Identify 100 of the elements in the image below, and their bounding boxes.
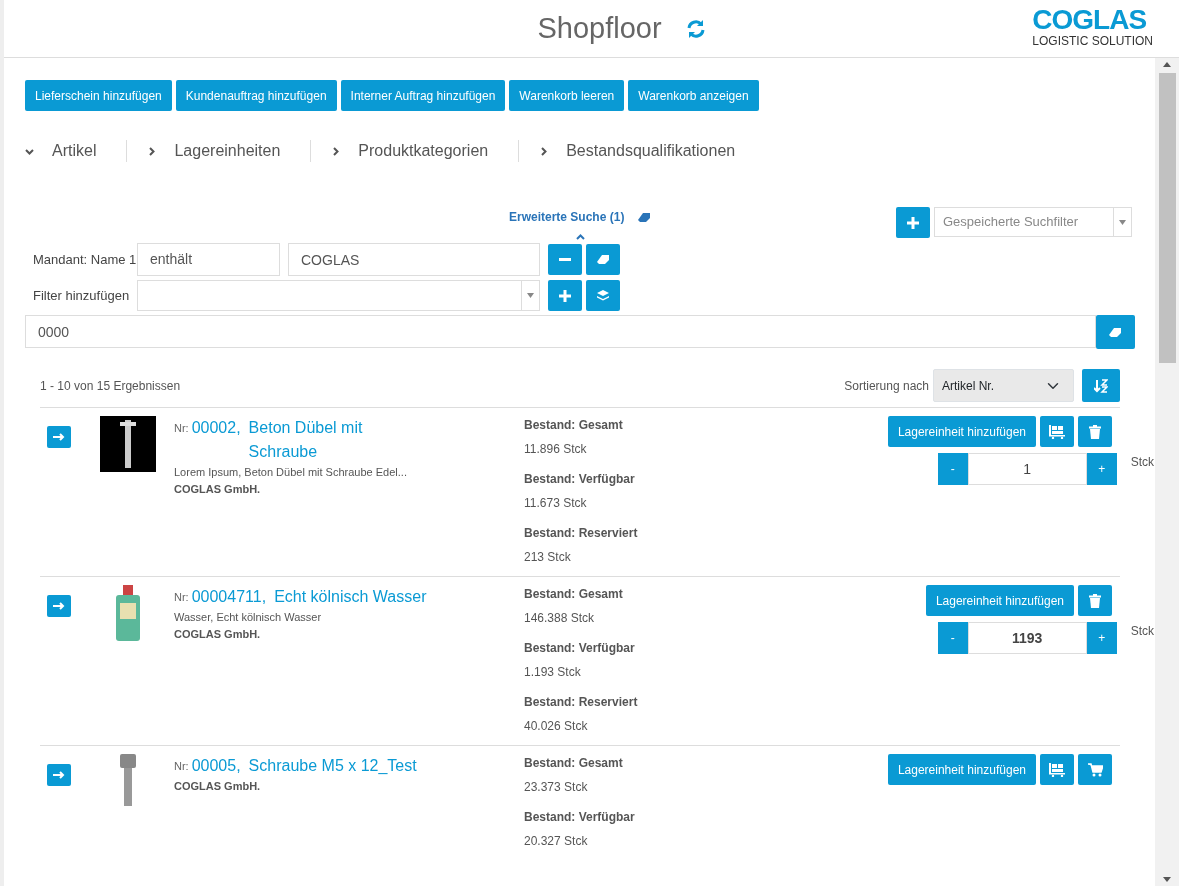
search-field[interactable]: 0000 (25, 315, 1096, 348)
saved-filter-dropdown[interactable]: Gespeicherte Suchfilter (934, 207, 1132, 237)
arrow-right-icon (53, 771, 65, 779)
bottle-drawing (116, 585, 140, 641)
clear-filter-button[interactable] (586, 244, 620, 275)
action-button[interactable]: Kundenauftrag hinzufügen (175, 80, 337, 111)
item-number-link[interactable]: 00002, (191, 416, 241, 440)
add-storage-unit-button[interactable]: Lagereinheit hinzufügen (925, 585, 1074, 616)
chevron-right-icon (147, 146, 157, 156)
action-button[interactable]: Lieferschein hinzufügen (25, 80, 172, 111)
company-name: COGLAS GmbH. (174, 626, 262, 642)
add-button[interactable] (896, 207, 930, 238)
logo-wordmark: COGLAS (1032, 6, 1148, 34)
number-label: Nr: (174, 421, 189, 436)
item-number-link[interactable]: 00004711, (191, 585, 267, 609)
arrow-right-icon (53, 602, 65, 610)
accordion-tab[interactable]: Artikel (25, 139, 127, 163)
add-storage-unit-button[interactable]: Lagereinheit hinzufügen (887, 416, 1036, 447)
cart-button[interactable] (1078, 754, 1112, 785)
stock-label: Bestand: Reserviert (524, 525, 639, 542)
action-button[interactable]: Interner Auftrag hinzufügen (340, 80, 506, 111)
item-name-link[interactable]: Beton Dübel mit Schraube (248, 416, 434, 464)
stock-label: Bestand: Verfügbar (524, 809, 636, 826)
company-name: COGLAS GmbH. (174, 779, 262, 794)
sort-select[interactable]: Artikel Nr. (933, 369, 1074, 402)
action-button[interactable]: Warenkorb anzeigen (628, 80, 759, 111)
minus-icon (559, 258, 571, 261)
trash-button[interactable] (1078, 416, 1112, 447)
decrement-button[interactable]: - (937, 453, 968, 485)
item-name-link[interactable]: Echt kölnisch Wasser (274, 585, 427, 609)
chevron-up-icon[interactable] (575, 234, 585, 241)
pallet-icon (1049, 762, 1065, 777)
plus-icon (907, 216, 919, 229)
increment-button[interactable]: + (1086, 453, 1117, 485)
scroll-down-icon[interactable] (1163, 877, 1171, 882)
page-title: Shopfloor (537, 10, 662, 46)
trash-icon (1089, 424, 1101, 439)
accordion-tab[interactable]: Produktkategorien (331, 139, 519, 163)
open-item-button[interactable] (47, 764, 71, 786)
cart-icon (1087, 762, 1103, 777)
filter-label: Filter hinzufügen (32, 286, 131, 305)
stock-label: Bestand: Verfügbar (524, 471, 636, 488)
stock-value: 40.026 Stck (524, 718, 589, 735)
open-item-button[interactable] (47, 595, 71, 617)
accordion-tab[interactable]: Bestandsqualifikationen (539, 139, 766, 163)
sort-label: Sortierung nach (844, 377, 929, 395)
add-button[interactable] (548, 280, 582, 311)
sort-direction-button[interactable] (1082, 369, 1120, 402)
increment-button[interactable]: + (1086, 622, 1117, 654)
arrow-right-icon (53, 433, 65, 441)
decrement-button[interactable]: - (937, 622, 968, 654)
product-photo (100, 416, 156, 472)
scrollbar[interactable] (1155, 58, 1179, 886)
refresh-icon[interactable] (685, 18, 706, 39)
chevron-right-icon (331, 146, 341, 156)
scroll-up-icon[interactable] (1163, 62, 1171, 67)
number-label: Nr: (174, 759, 189, 774)
unit-label: Stck (1130, 623, 1154, 640)
stock-label: Bestand: Gesamt (524, 586, 624, 603)
item-number-link[interactable]: 00005, (191, 754, 241, 778)
stock-label: Bestand: Verfügbar (524, 640, 636, 657)
trash-icon (1089, 593, 1101, 608)
stock-value: 1.193 Stck (524, 664, 582, 681)
remove-button[interactable] (548, 244, 582, 275)
result-count: 1 - 10 von 15 Ergebnissen (40, 377, 181, 395)
chevron-down-icon (25, 146, 34, 156)
eraser-icon (1109, 326, 1122, 338)
action-button[interactable]: Warenkorb leeren (509, 80, 625, 111)
open-item-button[interactable] (47, 426, 71, 448)
stock-label: Bestand: Gesamt (524, 755, 624, 772)
scrollbar-thumb[interactable] (1158, 73, 1176, 363)
dropdown-caret-icon (527, 293, 534, 298)
clear-search-button[interactable] (1096, 315, 1135, 349)
stock-value: 23.373 Stck (524, 779, 589, 796)
stock-value: 146.388 Stck (524, 610, 596, 627)
plus-icon (559, 289, 571, 302)
item-name-link[interactable]: Schraube M5 x 12_Test (248, 754, 417, 778)
add-storage-unit-button[interactable]: Lagereinheit hinzufügen (887, 754, 1036, 785)
stock-value: 11.673 Stck (524, 495, 588, 512)
stock-value: 20.327 Stck (524, 833, 589, 850)
pallet-button[interactable] (1040, 416, 1074, 447)
item-description: Wasser, Echt kölnisch Wasser (174, 610, 323, 625)
screw-drawing (120, 754, 136, 806)
trash-button[interactable] (1078, 585, 1112, 616)
accordion-tab[interactable]: Lagereinheiten (147, 139, 311, 163)
operator-select[interactable]: enthält (137, 243, 280, 276)
advanced-search-toggle[interactable]: Erweiterte Suche (1) (509, 210, 625, 224)
chevron-right-icon (539, 146, 549, 156)
layers-button[interactable] (586, 280, 620, 311)
quantity-field[interactable]: 1 (967, 453, 1087, 485)
pallet-button[interactable] (1040, 754, 1074, 785)
number-label: Nr: (174, 590, 189, 605)
dropdown-caret-icon (1119, 219, 1126, 225)
stock-value: 213 Stck (524, 549, 572, 566)
quantity-field[interactable]: 1193 (967, 622, 1087, 654)
stock-label: Bestand: Gesamt (524, 417, 624, 434)
eraser-icon[interactable] (638, 212, 651, 224)
company-name: COGLAS GmbH. (174, 481, 262, 497)
filter-value-field[interactable]: COGLAS (288, 243, 540, 276)
item-description: Lorem Ipsum, Beton Dübel mit Schraube Edel... (174, 465, 408, 480)
